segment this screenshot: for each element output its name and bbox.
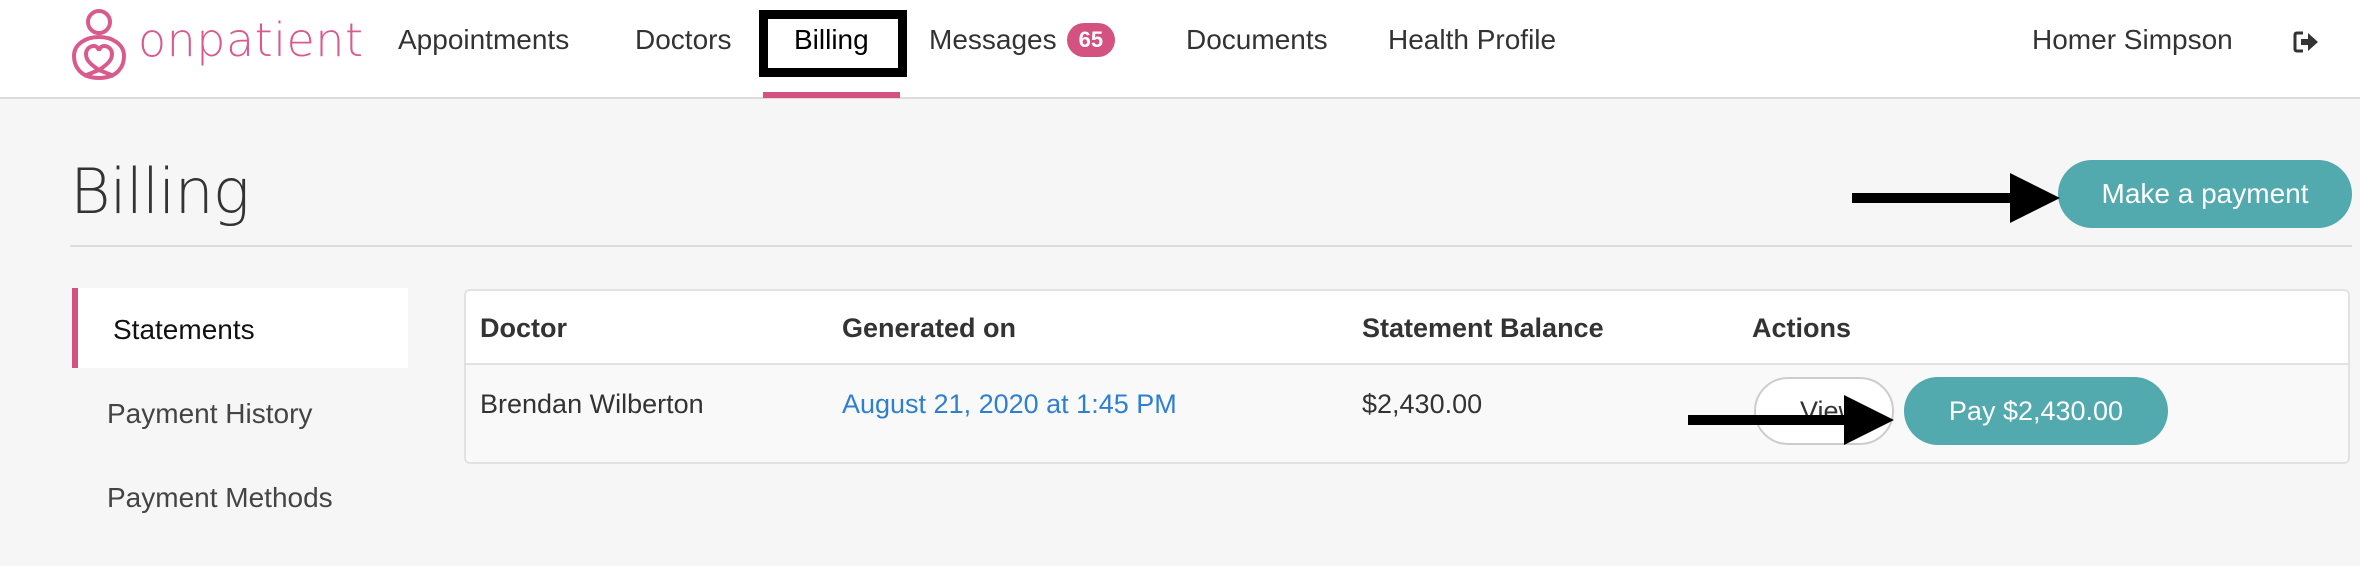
table-row: Brendan Wilberton August 21, 2020 at 1:4… <box>466 365 2348 462</box>
sidebar-item-payment-history[interactable]: Payment History <box>72 372 402 452</box>
statements-table: Doctor Generated on Statement Balance Ac… <box>464 289 2350 464</box>
table-header: Doctor Generated on Statement Balance Ac… <box>466 291 2348 365</box>
sidebar-item-statements[interactable]: Statements <box>72 288 408 368</box>
sidebar-item-label: Payment History <box>107 398 313 429</box>
column-header-generated-on: Generated on <box>842 313 1017 343</box>
nav-label: Messages <box>929 24 1057 55</box>
doctor-name: Brendan Wilberton <box>480 389 704 419</box>
nav-billing[interactable]: Billing <box>794 24 869 56</box>
make-payment-button[interactable]: Make a payment <box>2058 160 2352 228</box>
active-nav-indicator <box>763 92 900 98</box>
page-title: Billing <box>70 155 250 228</box>
column-header-statement-balance: Statement Balance <box>1362 313 1604 343</box>
nav-appointments[interactable]: Appointments <box>398 24 569 56</box>
page-title-text: Billing <box>70 155 250 228</box>
sidebar-item-label: Statements <box>113 314 255 345</box>
statement-balance: $2,430.00 <box>1362 389 1483 419</box>
statement-date-link[interactable]: August 21, 2020 at 1:45 PM <box>842 389 1177 420</box>
nav-health-profile[interactable]: Health Profile <box>1388 24 1556 56</box>
nav-label: Documents <box>1186 24 1328 55</box>
annotation-arrow-icon <box>1688 395 1894 445</box>
nav-documents[interactable]: Documents <box>1186 24 1328 56</box>
onpatient-logo-icon <box>71 9 127 81</box>
top-navbar: onpatient Appointments Doctors Billing M… <box>0 0 2360 99</box>
sidebar-item-label: Payment Methods <box>107 482 333 513</box>
pay-statement-button[interactable]: Pay $2,430.00 <box>1904 377 2168 445</box>
brand-name: onpatient <box>138 13 364 67</box>
sign-out-icon[interactable] <box>2293 30 2319 54</box>
nav-label: Health Profile <box>1388 24 1557 55</box>
nav-doctors[interactable]: Doctors <box>635 24 731 56</box>
sidebar-item-payment-methods[interactable]: Payment Methods <box>72 456 402 536</box>
nav-label: Appointments <box>398 24 570 55</box>
brand-logo[interactable]: onpatient <box>70 8 364 84</box>
column-header-doctor: Doctor <box>480 313 567 343</box>
nav-label: Doctors <box>635 24 732 55</box>
nav-messages[interactable]: Messages 65 <box>929 23 1116 59</box>
divider <box>70 245 2352 247</box>
annotation-arrow-icon <box>1852 173 2060 223</box>
column-header-actions: Actions <box>1752 313 1852 343</box>
unread-count-badge: 65 <box>1066 23 1116 57</box>
user-menu[interactable]: Homer Simpson <box>2032 24 2233 56</box>
nav-label: Billing <box>794 24 869 55</box>
